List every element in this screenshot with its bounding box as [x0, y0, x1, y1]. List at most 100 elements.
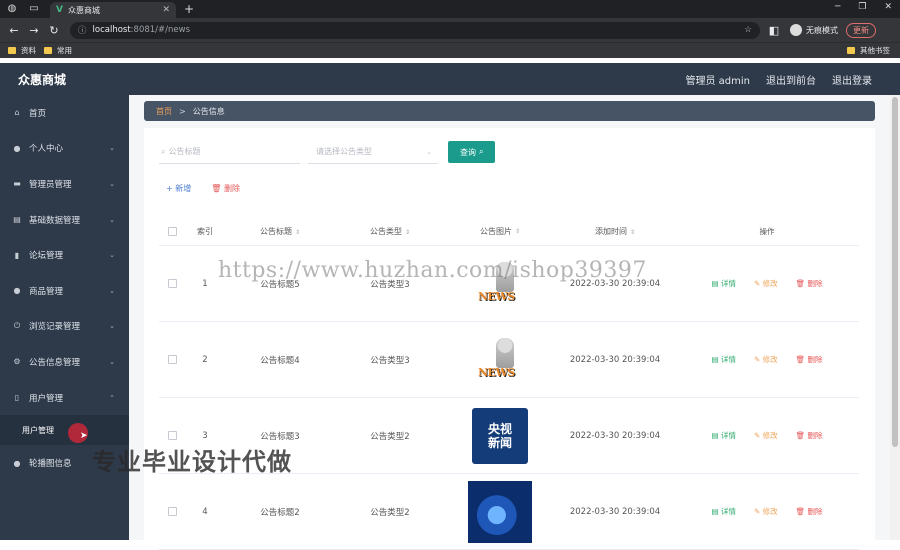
select-all-checkbox[interactable]: [167, 227, 177, 236]
delete-button[interactable]: 🗑 删除: [796, 430, 823, 441]
sort-icon[interactable]: ⇕: [405, 229, 410, 236]
edit-button[interactable]: ✎ 修改: [754, 278, 778, 289]
new-tab-icon[interactable]: +: [184, 2, 194, 16]
row-checkbox[interactable]: [167, 507, 177, 516]
sort-icon[interactable]: ⇕: [630, 229, 635, 236]
cctv-news-image: 央视 新闻: [472, 407, 528, 464]
sidebar-item-forum[interactable]: ▮ 论坛管理 ⌄: [0, 237, 129, 273]
cell-time: 2022-03-30 20:39:04: [569, 430, 661, 441]
grid-icon: ▬: [13, 179, 21, 189]
url-watermark: https://www.huzhan.com/ishop39397: [218, 258, 647, 283]
user-icon: ●: [13, 286, 21, 296]
close-icon[interactable]: ✕: [162, 5, 170, 15]
detail-button[interactable]: ▤ 详情: [711, 430, 735, 441]
browser-tab-bar: ◍ ▭ V 众惠商城 ✕ + ─ ❐ ✕: [0, 0, 900, 18]
sort-icon[interactable]: ⇕: [295, 229, 300, 236]
sidebar-item-notices[interactable]: ⚙ 公告信息管理 ⌄: [0, 344, 129, 380]
chevron-down-icon: ⌄: [109, 215, 115, 224]
sidebar-item-admins[interactable]: ▬ 管理员管理 ⌄: [0, 166, 129, 202]
scrollbar-thumb[interactable]: [892, 97, 898, 447]
news-image: NEWS: [472, 332, 528, 388]
row-checkbox[interactable]: [167, 431, 177, 440]
cell-title: 公告标题3: [260, 431, 300, 442]
edit-button[interactable]: ✎ 修改: [754, 506, 778, 517]
profile-label: 无痕模式: [806, 25, 838, 35]
delete-button[interactable]: 🗑 删除: [796, 354, 823, 365]
other-bookmarks[interactable]: 其他书签: [847, 45, 890, 56]
minimize-icon[interactable]: ─: [835, 2, 840, 12]
folder-icon: [8, 47, 16, 54]
sidebar-item-basic-data[interactable]: ▤ 基础数据管理 ⌄: [0, 202, 129, 238]
chart-icon: ▮: [14, 250, 20, 260]
sidebar-item-history[interactable]: ⏻ 浏览记录管理 ⌄: [0, 309, 129, 345]
vue-icon: V: [56, 5, 63, 15]
restore-icon[interactable]: ❐: [858, 2, 866, 12]
header-type[interactable]: 公告类型 ⇕: [335, 226, 445, 237]
delete-button[interactable]: 🗑 删除: [796, 278, 823, 289]
breadcrumb: 首页 > 公告信息: [144, 101, 875, 121]
user-icon: ●: [13, 143, 21, 153]
type-select[interactable]: 请选择公告类型 ⌄: [308, 140, 438, 164]
page-scrollbar[interactable]: [890, 95, 900, 540]
chevron-down-icon: ⌄: [109, 286, 115, 295]
batch-delete-button[interactable]: 🗑 删除: [211, 183, 240, 194]
chevron-down-icon: ⌄: [109, 357, 115, 366]
globe-icon[interactable]: ◍: [6, 3, 18, 15]
header-time[interactable]: 添加时间 ⇕: [555, 226, 675, 237]
browser-tab[interactable]: V 众惠商城 ✕: [50, 2, 176, 18]
bookmark-folder[interactable]: 资料: [8, 45, 36, 56]
edit-button[interactable]: ✎ 修改: [754, 354, 778, 365]
notice-image: [468, 480, 532, 543]
breadcrumb-home[interactable]: 首页: [156, 106, 172, 117]
detail-button[interactable]: ▤ 详情: [711, 354, 735, 365]
header-title[interactable]: 公告标题 ⇕: [225, 226, 335, 237]
chevron-down-icon: ⌄: [109, 251, 115, 260]
table-header: 索引 公告标题 ⇕ 公告类型 ⇕ 公告图片 ⇕ 添加时间 ⇕ 操作: [159, 218, 859, 246]
chevron-down-icon: ⌄: [109, 179, 115, 188]
cell-index: 3: [202, 430, 208, 441]
sidebar-subitem-users[interactable]: 用户管理 ➤: [0, 415, 129, 446]
reload-icon[interactable]: ↻: [48, 24, 60, 37]
sidebar-item-users[interactable]: ▯ 用户管理 ⌃: [0, 380, 129, 416]
update-button[interactable]: 更新: [846, 22, 876, 38]
back-icon[interactable]: ←: [8, 24, 20, 37]
app-title: 众惠商城: [18, 72, 67, 87]
info-icon[interactable]: ⓘ: [78, 24, 87, 36]
row-checkbox[interactable]: [167, 279, 177, 288]
text-watermark: 专业毕业设计代做: [92, 448, 292, 476]
query-button[interactable]: 查询 ⌕: [448, 141, 496, 163]
star-icon[interactable]: ☆: [744, 25, 752, 35]
tab-title: 众惠商城: [67, 5, 100, 15]
home-icon: ⌂: [14, 108, 20, 118]
app-header: 众惠商城 管理员 admin 退出到前台 退出登录: [0, 63, 900, 95]
logout-link[interactable]: 退出登录: [832, 72, 872, 87]
sort-icon[interactable]: ⇕: [515, 228, 520, 235]
back-to-front-link[interactable]: 退出到前台: [766, 72, 816, 87]
row-checkbox[interactable]: [167, 355, 177, 364]
title-search-input[interactable]: ⌕ 公告标题: [159, 140, 300, 164]
detail-button[interactable]: ▤ 详情: [711, 278, 735, 289]
sidebar-item-home[interactable]: ⌂ 首页: [0, 95, 129, 131]
edit-button[interactable]: ✎ 修改: [754, 430, 778, 441]
window-icon[interactable]: ▭: [28, 3, 40, 15]
table-row: 2 公告标题4 公告类型3 NEWS 2022-03-30 20:39:04 ▤…: [159, 322, 859, 398]
delete-button[interactable]: 🗑 删除: [796, 506, 823, 517]
close-window-icon[interactable]: ✕: [884, 2, 892, 12]
cell-type: 公告类型3: [370, 355, 410, 366]
sidebar-item-personal[interactable]: ● 个人中心 ⌄: [0, 131, 129, 167]
search-row: ⌕ 公告标题 请选择公告类型 ⌄ 查询 ⌕: [159, 140, 496, 164]
header-pic[interactable]: 公告图片 ⇕: [445, 226, 555, 237]
bookmark-folder[interactable]: 常用: [44, 45, 72, 56]
cell-title: 公告标题2: [260, 507, 300, 518]
detail-button[interactable]: ▤ 详情: [711, 506, 735, 517]
forward-icon[interactable]: →: [28, 24, 40, 37]
add-button[interactable]: + 新增: [166, 183, 191, 194]
chevron-down-icon: ⌄: [109, 322, 115, 331]
sidebar-item-goods[interactable]: ● 商品管理 ⌄: [0, 273, 129, 309]
url-input[interactable]: ⓘ localhost :8081/#/news ☆: [70, 21, 760, 39]
breadcrumb-separator: >: [179, 106, 186, 116]
profile-button[interactable]: 无痕模式: [790, 24, 838, 36]
chevron-down-icon: ⌄: [426, 147, 432, 156]
sidepanel-icon[interactable]: ◧: [768, 24, 780, 37]
header-index: 索引: [197, 227, 213, 236]
